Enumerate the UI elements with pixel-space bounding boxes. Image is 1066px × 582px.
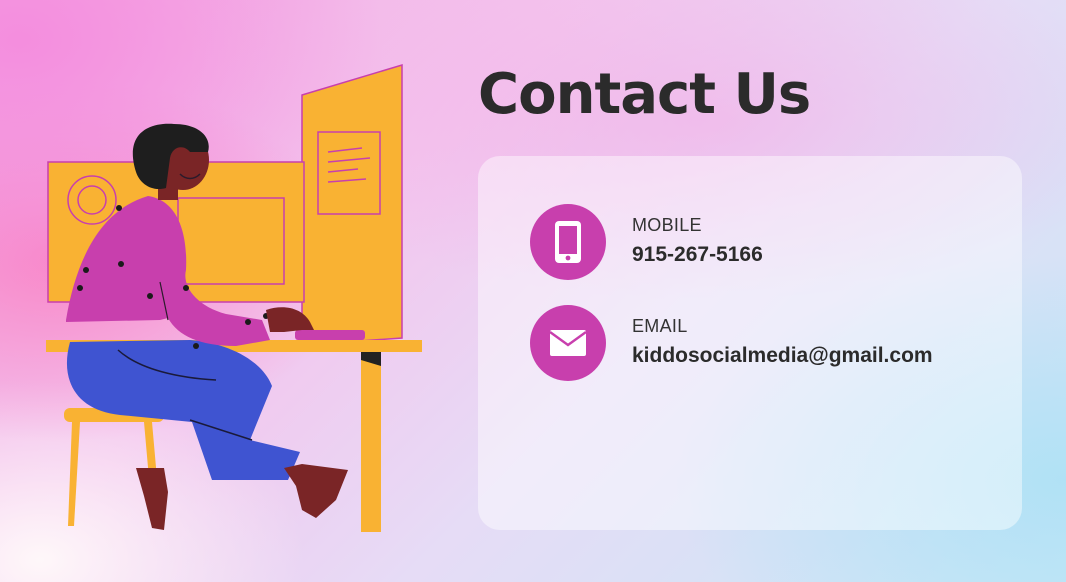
contact-mobile-row: MOBILE 915-267-5166	[530, 204, 1000, 282]
desk-leg	[361, 352, 381, 532]
front-foot	[284, 464, 348, 518]
back-foot	[136, 468, 168, 530]
email-address[interactable]: kiddosocialmedia@gmail.com	[632, 344, 933, 368]
side-monitor	[301, 63, 403, 346]
keyboard	[295, 330, 365, 340]
page-title: Contact Us	[478, 62, 811, 127]
phone-icon	[530, 204, 606, 280]
contact-email-row: EMAIL kiddosocialmedia@gmail.com	[530, 305, 1000, 383]
mobile-label: MOBILE	[632, 215, 702, 235]
mobile-number[interactable]: 915-267-5166	[632, 243, 763, 267]
contact-card: MOBILE 915-267-5166 EMAIL kiddosocialmed…	[478, 156, 1022, 530]
email-label: EMAIL	[632, 316, 688, 336]
person-at-desk-illustration	[46, 63, 422, 532]
trousers	[66, 340, 300, 480]
mail-icon	[530, 305, 606, 381]
